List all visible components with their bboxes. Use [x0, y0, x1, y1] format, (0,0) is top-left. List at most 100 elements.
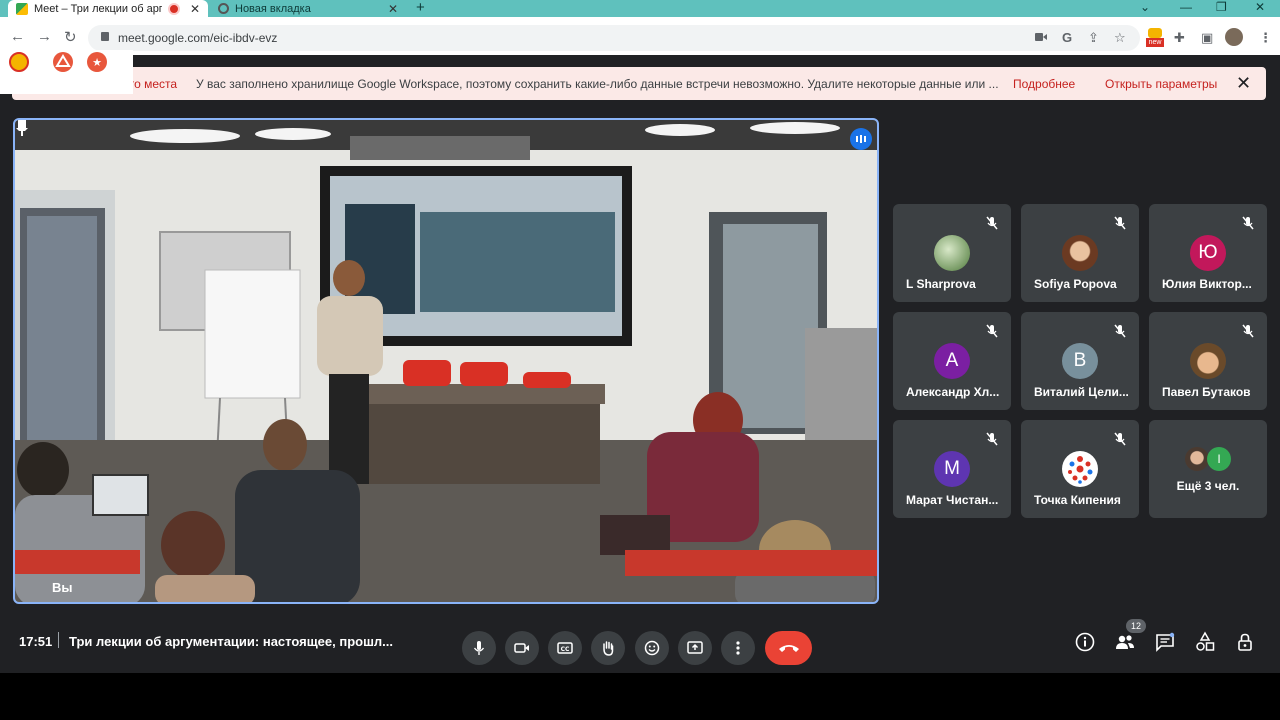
participant-name: Sofiya Popova	[1034, 277, 1117, 291]
participant-tile[interactable]: Точка Кипения	[1021, 420, 1139, 518]
close-tab-icon[interactable]: ✕	[190, 2, 200, 16]
extension-new-icon[interactable]: new	[1146, 28, 1164, 48]
url-text: meet.google.com/eic-ibdv-evz	[118, 31, 278, 45]
hand-icon	[603, 641, 614, 656]
lock-icon	[101, 32, 109, 41]
address-bar[interactable]: meet.google.com/eic-ibdv-evz	[88, 25, 1140, 51]
banner-message: У вас заполнено хранилище Google Workspa…	[196, 77, 999, 91]
participant-tile[interactable]: L Sharprova	[893, 204, 1011, 302]
classroom-scene-image	[15, 120, 877, 602]
learn-more-link[interactable]: Подробнее	[1013, 77, 1075, 91]
participant-tile[interactable]: А Александр Хл...	[893, 312, 1011, 410]
close-tab-icon[interactable]: ✕	[388, 2, 398, 16]
pin-icon[interactable]	[15, 120, 29, 136]
participant-name: Павел Бутаков	[1162, 385, 1251, 399]
bookmark-star-icon[interactable]: ☆	[1114, 30, 1126, 46]
captions-icon: CC	[557, 642, 573, 654]
people-icon[interactable]	[1114, 631, 1136, 653]
leave-call-button[interactable]	[765, 631, 812, 665]
participant-tile[interactable]: Sofiya Popova	[1021, 204, 1139, 302]
raise-hand-button[interactable]	[591, 631, 625, 665]
close-banner-icon[interactable]: ✕	[1236, 73, 1251, 94]
microphone-button[interactable]	[462, 631, 496, 665]
mic-off-icon	[1114, 324, 1126, 338]
present-screen-button[interactable]	[678, 631, 712, 665]
mic-off-icon	[986, 324, 998, 338]
hangup-icon	[779, 645, 799, 652]
drive-extension-icon[interactable]	[52, 51, 74, 73]
avatar: М	[934, 451, 970, 487]
forward-icon[interactable]: →	[37, 28, 52, 45]
participant-tile[interactable]: Ю Юлия Виктор...	[1149, 204, 1267, 302]
participant-tile[interactable]: Павел Бутаков	[1149, 312, 1267, 410]
dots-logo-avatar	[1062, 451, 1098, 487]
participant-tile[interactable]: М Марат Чистан...	[893, 420, 1011, 518]
side-panel-icon[interactable]: ▣	[1201, 30, 1213, 46]
close-window-icon[interactable]: ✕	[1255, 0, 1265, 14]
mic-off-icon	[1114, 432, 1126, 446]
camera-in-use-icon[interactable]	[1035, 32, 1047, 42]
present-icon	[687, 641, 703, 654]
meeting-details-icon[interactable]	[1074, 631, 1096, 653]
main-video-feed[interactable]: Вы	[13, 118, 879, 604]
activities-icon[interactable]	[1194, 631, 1216, 653]
more-participants-label: Ещё 3 чел.	[1176, 479, 1240, 493]
chrome-menu-icon[interactable]: ⋮	[1259, 30, 1272, 46]
tab-new[interactable]: Новая вкладка ✕	[210, 0, 406, 17]
tab-search-icon[interactable]: ⌄	[1140, 0, 1150, 14]
new-badge: new	[1146, 38, 1164, 47]
maximize-icon[interactable]: ❐	[1216, 0, 1227, 14]
avatar	[934, 235, 970, 271]
star-extension-icon[interactable]: ★	[86, 51, 108, 73]
participant-name: Александр Хл...	[906, 385, 1000, 399]
mic-off-icon	[986, 432, 998, 446]
chrome-icon	[218, 3, 229, 14]
participant-name: Точка Кипения	[1034, 493, 1121, 507]
svg-text:★: ★	[92, 56, 102, 69]
participant-name: L Sharprova	[906, 277, 976, 291]
banner-truncated-text: го места	[130, 77, 178, 91]
avatar: Ю	[1190, 235, 1226, 271]
mic-off-icon	[1242, 216, 1254, 230]
host-controls-lock-icon[interactable]	[1234, 631, 1256, 653]
open-settings-link[interactable]: Открыть параметры	[1105, 77, 1217, 91]
reload-icon[interactable]: ↻	[64, 28, 77, 46]
captions-button[interactable]: CC	[548, 631, 582, 665]
more-options-button[interactable]	[721, 631, 755, 665]
svg-text:CC: CC	[561, 646, 570, 653]
new-tab-button[interactable]: +	[416, 0, 425, 16]
avatar	[1062, 235, 1098, 271]
avatar: I	[1207, 447, 1231, 471]
google-translate-icon[interactable]: G	[1062, 30, 1072, 45]
avatar: А	[934, 343, 970, 379]
participant-name: Виталий Цели...	[1034, 385, 1129, 399]
share-icon[interactable]: ⇪	[1088, 30, 1099, 46]
tab-title: Meet – Три лекции об аргум	[34, 2, 162, 15]
more-vert-icon	[736, 641, 740, 655]
participant-tile[interactable]: В Виталий Цели...	[1021, 312, 1139, 410]
speaking-indicator-icon	[850, 128, 872, 150]
emoji-extension-icon[interactable]	[8, 51, 30, 73]
chat-icon[interactable]	[1154, 631, 1176, 653]
self-label: Вы	[52, 580, 73, 595]
avatar: В	[1062, 343, 1098, 379]
mic-off-icon	[1114, 216, 1126, 230]
more-participants-tile[interactable]: I Ещё 3 чел.	[1149, 420, 1267, 518]
mic-off-icon	[986, 216, 998, 230]
microphone-icon	[473, 641, 485, 655]
meeting-title: Три лекции об аргументации: настоящее, п…	[69, 634, 394, 649]
extensions-puzzle-icon[interactable]: ✚	[1174, 30, 1185, 46]
participant-name: Юлия Виктор...	[1162, 277, 1252, 291]
tab-meet[interactable]: Meet – Три лекции об аргум ✕	[8, 0, 208, 17]
camera-icon	[514, 643, 529, 653]
back-icon[interactable]: ←	[10, 28, 25, 45]
participant-name: Марат Чистан...	[906, 493, 999, 507]
storage-warning-banner: го места У вас заполнено хранилище Googl…	[12, 67, 1266, 100]
minimize-icon[interactable]: —	[1180, 0, 1192, 14]
avatar	[1185, 447, 1209, 471]
profile-avatar[interactable]	[1225, 28, 1243, 46]
meet-favicon-icon	[16, 2, 28, 15]
reactions-button[interactable]	[635, 631, 669, 665]
recording-indicator-icon	[167, 2, 180, 15]
camera-button[interactable]	[505, 631, 539, 665]
